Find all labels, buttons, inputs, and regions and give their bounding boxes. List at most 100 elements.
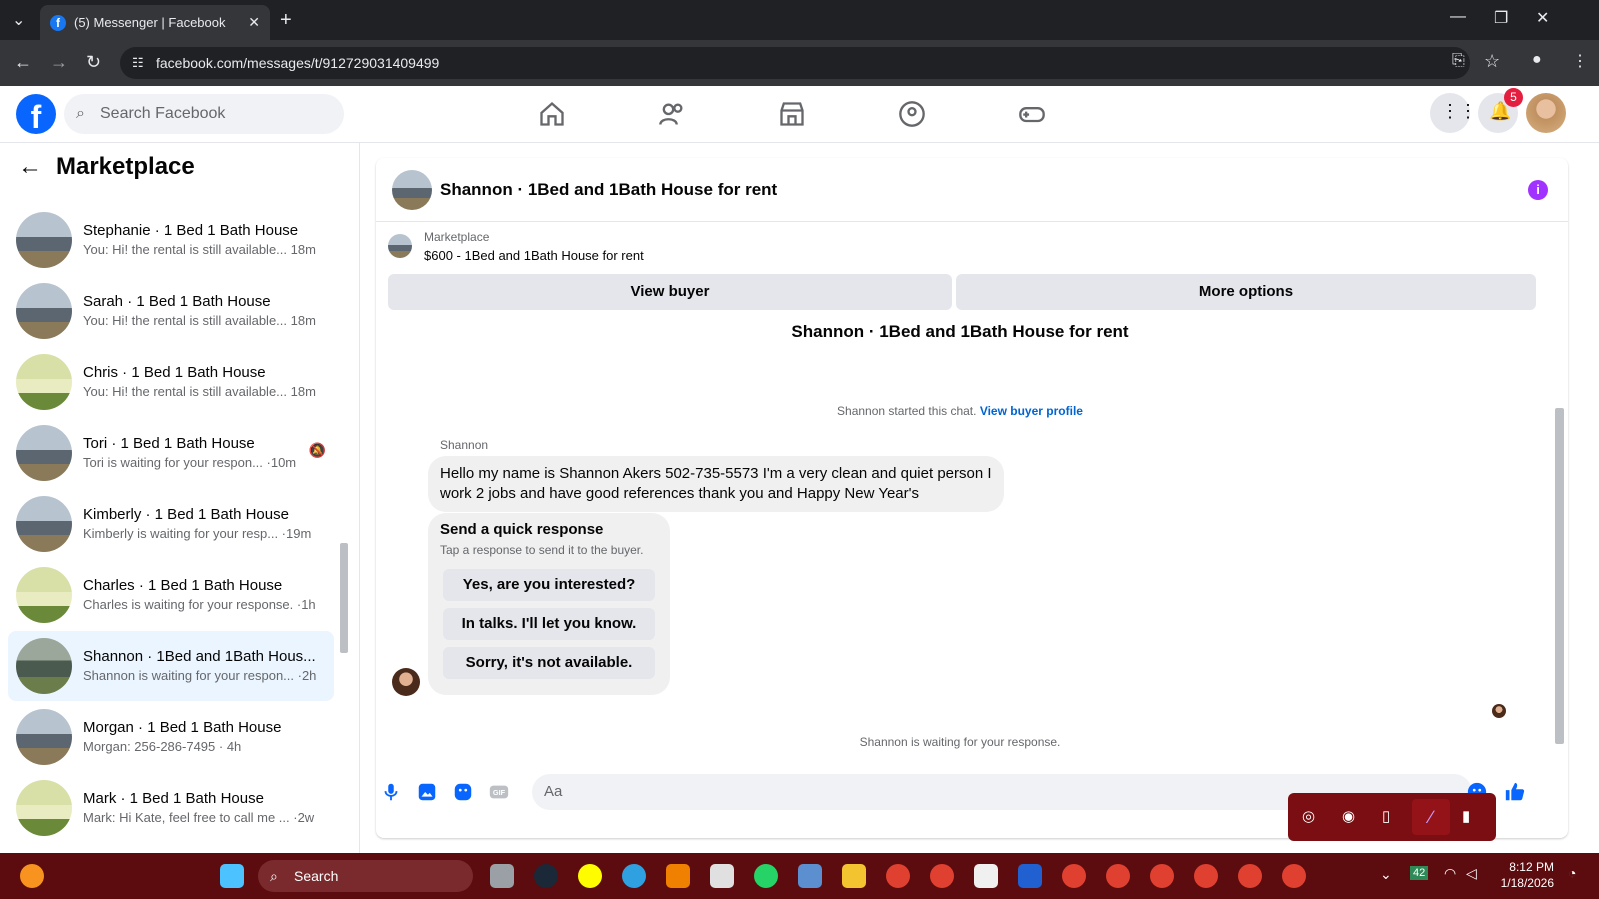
search-input[interactable]: ⌕ Search Facebook (64, 94, 344, 134)
sticker-icon[interactable] (452, 781, 474, 803)
conversation-item[interactable]: Charles · 1 Bed 1 Bath House Charles is w… (8, 560, 334, 630)
quick-response-card: Send a quick response Tap a response to … (428, 513, 670, 695)
menu-dots-icon[interactable]: ⋮ (1572, 51, 1588, 71)
thumbs-up-icon[interactable] (1504, 781, 1526, 803)
system-clock[interactable]: 8:12 PM 1/18/2026 (1501, 859, 1554, 891)
minimize-icon[interactable]: — (1450, 8, 1466, 26)
groups-icon[interactable] (898, 100, 926, 128)
notification-bell-icon[interactable]: ◔ (1568, 865, 1576, 881)
info-icon[interactable]: i (1528, 180, 1548, 200)
chrome-icon[interactable] (1150, 864, 1174, 888)
performance-chart-icon[interactable]: ▮ (1462, 807, 1470, 825)
taskbar-search[interactable]: ⌕ Search (258, 860, 473, 892)
chrome-icon[interactable] (1282, 864, 1306, 888)
gif-icon[interactable]: GIF (488, 781, 510, 803)
chrome-icon[interactable] (1106, 864, 1130, 888)
chrome-icon[interactable] (1062, 864, 1086, 888)
url-bar[interactable]: ☷ facebook.com/messages/t/91272903140949… (120, 47, 1470, 79)
grid-icon: ⋮⋮ (1441, 101, 1477, 121)
steam-icon[interactable]: ◉ (1342, 807, 1355, 825)
more-options-button[interactable]: More options (956, 274, 1536, 310)
chrome-icon[interactable] (886, 864, 910, 888)
chat-avatar[interactable] (392, 169, 432, 210)
message-bubble[interactable]: Hello my name is Shannon Akers 502-735-5… (428, 456, 1004, 512)
facebook-logo-icon[interactable]: f (16, 94, 56, 135)
tab-list-icon[interactable]: ⌄ (12, 10, 25, 30)
listing-title[interactable]: $600 - 1Bed and 1Bath House for rent (424, 248, 644, 263)
conversation-item[interactable]: Kimberly · 1 Bed 1 Bath House Kimberly is… (8, 489, 334, 559)
conversation-snippet: Shannon is waiting for your respon... ·2… (83, 668, 317, 683)
capture-icon[interactable]: ◎ (1302, 807, 1315, 825)
chat-title[interactable]: Shannon · 1Bed and 1Bath House for rent (440, 180, 777, 200)
wifi-icon[interactable]: ◠ (1444, 865, 1456, 882)
home-icon[interactable] (538, 100, 566, 128)
restore-icon[interactable]: ❐ (1494, 8, 1508, 28)
steam-taskbar-icon[interactable] (534, 864, 558, 888)
profile-icon[interactable]: ● (1532, 51, 1542, 69)
quick-reply-button[interactable]: Yes, are you interested? (443, 569, 655, 601)
gaming-icon[interactable] (1018, 100, 1046, 128)
conversation-item[interactable]: Stephanie · 1 Bed 1 Bath House You: Hi! t… (8, 205, 334, 275)
forward-icon[interactable]: → (50, 52, 68, 73)
photo-icon[interactable] (416, 781, 438, 803)
site-info-icon[interactable]: ☷ (132, 47, 144, 79)
weather-icon[interactable] (20, 864, 44, 888)
whatsapp-icon[interactable] (754, 864, 778, 888)
volume-icon[interactable]: ◁ (1466, 865, 1477, 882)
shield-icon[interactable]: ▯ (1382, 807, 1390, 825)
sidebar-scrollbar[interactable] (338, 193, 350, 833)
task-view-icon[interactable] (490, 864, 514, 888)
chrome-icon[interactable] (930, 864, 954, 888)
conversation-name: Tori · 1 Bed 1 Bath House (83, 435, 255, 452)
conversation-item[interactable]: Sarah · 1 Bed 1 Bath House You: Hi! the r… (8, 276, 334, 346)
scrollbar-thumb[interactable] (340, 543, 348, 653)
tray-chevron-icon[interactable]: ⌄ (1380, 866, 1392, 883)
quick-reply-button[interactable]: In talks. I'll let you know. (443, 608, 655, 640)
app-icon[interactable] (974, 864, 998, 888)
sender-avatar (392, 668, 420, 696)
app-icon[interactable] (798, 864, 822, 888)
close-window-icon[interactable]: ✕ (1536, 8, 1549, 28)
close-tab-icon[interactable]: ✕ (248, 14, 260, 31)
back-arrow-icon[interactable]: ← (18, 153, 42, 181)
search-placeholder: Search Facebook (100, 105, 226, 122)
conversation-snippet: You: Hi! the rental is still available..… (83, 242, 316, 257)
browser-tab[interactable]: f (5) Messenger | Facebook ✕ (40, 5, 270, 40)
microphone-icon[interactable] (380, 781, 402, 803)
menu-grid-button[interactable]: ⋮⋮ (1430, 93, 1477, 133)
store-icon[interactable] (710, 864, 734, 888)
friends-icon[interactable] (658, 100, 686, 128)
bookmark-star-icon[interactable]: ☆ (1484, 51, 1500, 72)
marketplace-icon[interactable] (778, 100, 806, 128)
chrome-icon[interactable] (1194, 864, 1218, 888)
vlc-icon[interactable] (666, 864, 690, 888)
tab-title: (5) Messenger | Facebook (74, 15, 226, 30)
edge-icon[interactable] (622, 864, 646, 888)
listing-avatar (16, 567, 72, 623)
app-icon[interactable] (1018, 864, 1042, 888)
scrollbar-thumb[interactable] (1555, 408, 1564, 744)
conversation-item[interactable]: Chris · 1 Bed 1 Bath House You: Hi! the r… (8, 347, 334, 417)
back-icon[interactable]: ← (14, 52, 32, 73)
account-avatar[interactable] (1526, 93, 1566, 133)
reload-icon[interactable]: ↻ (86, 52, 101, 73)
conversation-name: Kimberly · 1 Bed 1 Bath House (83, 506, 289, 523)
view-buyer-button[interactable]: View buyer (388, 274, 952, 310)
view-buyer-profile-link[interactable]: View buyer profile (980, 404, 1083, 418)
conversation-item[interactable]: Mark · 1 Bed 1 Bath House Mark: Hi Kate, … (8, 773, 334, 843)
file-explorer-icon[interactable] (842, 864, 866, 888)
snapchat-icon[interactable] (578, 864, 602, 888)
quick-reply-button[interactable]: Sorry, it's not available. (443, 647, 655, 679)
feather-icon[interactable]: ∕ (1412, 799, 1450, 835)
conversation-item-active[interactable]: Shannon · 1Bed and 1Bath Hous... Shannon … (8, 631, 334, 701)
start-icon[interactable] (220, 864, 244, 888)
conversation-snippet: Charles is waiting for your response. ·1… (83, 597, 316, 612)
conversation-item[interactable]: Tori · 1 Bed 1 Bath House Tori is waiting… (8, 418, 334, 488)
conversation-item[interactable]: Morgan · 1 Bed 1 Bath House Morgan: 256-2… (8, 702, 334, 772)
chat-scrollbar[interactable] (1552, 318, 1566, 758)
tray-badge[interactable]: 42 (1410, 866, 1429, 880)
url-text: facebook.com/messages/t/912729031409499 (156, 55, 440, 71)
install-app-icon[interactable]: ⎘ (1452, 52, 1465, 70)
chrome-icon[interactable] (1238, 864, 1262, 888)
new-tab-icon[interactable]: + (280, 9, 292, 32)
